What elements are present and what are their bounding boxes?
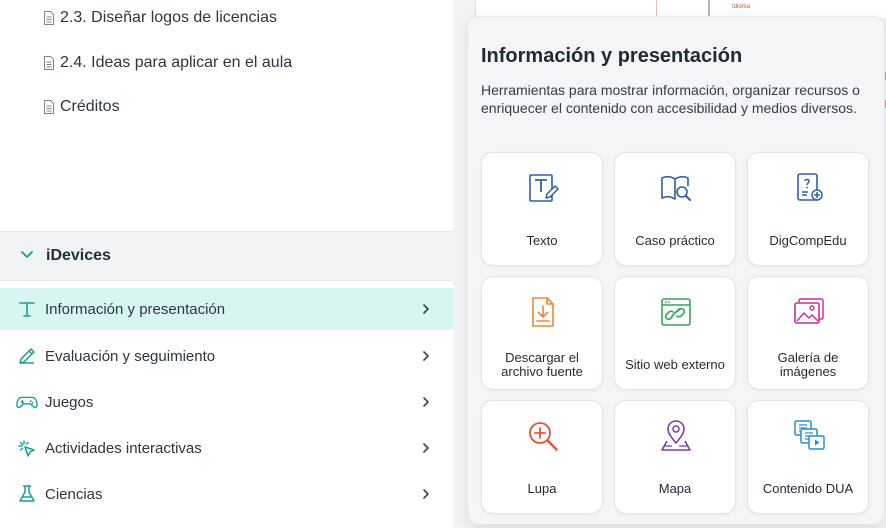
document-preview-label: Idioma [732,4,751,10]
page-item-label: 2.3. Diseñar logos de licencias [60,9,278,26]
chevron-right-icon [423,304,429,314]
chevron-down-icon [20,247,34,266]
card-label: Texto [526,233,558,248]
category-evaluacion-seguimiento[interactable]: Evaluación y seguimiento [0,335,453,377]
category-actividades-interactivas[interactable]: Actividades interactivas [0,427,453,469]
idevices-popup-panel: Información y presentación Herramientas … [467,16,885,525]
card-label: Descargar el archivo fuente [501,350,583,379]
tap-sparkle-icon [16,437,38,459]
category-ciencias[interactable]: Ciencias [0,473,453,515]
chevron-right-icon [423,443,429,453]
sidebar: 2.3. Diseñar logos de licencias 2.4. Ide… [0,0,453,528]
flask-icon [16,483,38,505]
page-item-label: Créditos [60,98,120,115]
document-icon [42,99,56,115]
card-label: Lupa [527,481,557,496]
category-label: Ciencias [45,485,103,503]
card-label: Sitio web externo [625,357,725,372]
page-item[interactable]: Créditos [42,95,120,119]
category-label: Juegos [45,393,94,411]
chevron-right-icon [423,397,429,407]
page-item[interactable]: 2.4. Ideas para aplicar en el aula [42,51,292,75]
pencil-icon [16,345,38,367]
idevice-card-caso-practico[interactable]: Caso práctico [614,152,736,266]
text-t-icon [16,298,38,320]
card-label: Mapa [658,481,692,496]
panel-title: Información y presentación [481,45,743,67]
document-icon [42,10,56,26]
page-item-label: 2.4. Ideas para aplicar en el aula [60,54,293,71]
page-item[interactable]: 2.3. Diseñar logos de licencias [42,6,277,30]
chevron-right-icon [423,489,429,499]
card-label: Contenido DUA [762,481,854,496]
document-icon [42,55,56,71]
idevice-card-lupa[interactable]: Lupa [481,400,603,514]
group-label: iDevices [46,247,111,264]
idevice-card-contenido-dua[interactable]: Contenido DUA [747,400,869,514]
category-label: Información y presentación [45,300,226,318]
idevices-group-header[interactable]: iDevices [0,231,453,281]
panel-description: Herramientas para mostrar información, o… [481,82,860,116]
card-label: DigCompEdu [769,233,847,248]
idevice-card-descargar-archivo[interactable]: Descargar el archivo fuente [481,276,603,390]
category-informacion-presentacion[interactable]: Información y presentación [0,288,453,330]
idevice-card-mapa[interactable]: Mapa [614,400,736,514]
idevice-card-sitio-web-externo[interactable]: Sitio web externo [614,276,736,390]
category-juegos[interactable]: Juegos [0,381,453,423]
idevice-card-texto[interactable]: Texto [481,152,603,266]
gamepad-icon [16,391,38,413]
idevice-card-galeria-imagenes[interactable]: Galería de imágenes [747,276,869,390]
chevron-right-icon [423,351,429,361]
card-label: Galería de imágenes [777,350,839,379]
category-label: Evaluación y seguimiento [45,347,216,365]
idevice-card-digcompedu[interactable]: DigCompEdu [747,152,869,266]
card-label: Caso práctico [635,233,715,248]
category-label: Actividades interactivas [45,439,202,457]
